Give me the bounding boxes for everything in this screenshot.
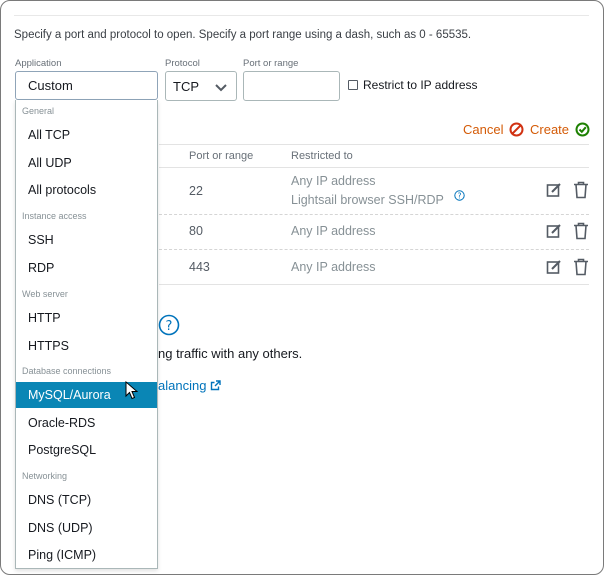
create-label: Create — [530, 122, 570, 137]
dropdown-item-https[interactable]: HTTPS — [16, 333, 157, 359]
dropdown-item-oracle-rds[interactable]: Oracle-RDS — [16, 410, 157, 436]
cancel-label: Cancel — [463, 122, 504, 137]
cancel-button[interactable]: Cancel — [463, 122, 524, 137]
external-link-icon — [211, 380, 222, 391]
table-divider — [159, 144, 589, 145]
group-instance-access: Instance access — [22, 211, 87, 221]
divider — [14, 15, 589, 16]
chevron-down-icon — [215, 84, 227, 92]
row-port: 443 — [189, 260, 210, 274]
protocol-value: TCP — [173, 79, 199, 94]
dropdown-item-all-udp[interactable]: All UDP — [16, 150, 157, 176]
row-restricted: Any IP address — [291, 260, 376, 274]
row-restricted-extra: Lightsail browser SSH/RDP — [291, 193, 444, 207]
row-restricted: Any IP address — [291, 174, 376, 188]
restrict-ip-checkbox[interactable] — [348, 80, 358, 90]
edit-icon[interactable] — [546, 223, 562, 239]
table-divider — [159, 167, 589, 168]
restrict-ip-label[interactable]: Restrict to IP address — [363, 78, 478, 92]
dropdown-item-postgresql[interactable]: PostgreSQL — [16, 437, 157, 463]
application-dropdown-menu: General All TCP All UDP All protocols In… — [15, 100, 158, 569]
edit-icon[interactable] — [546, 182, 562, 198]
intro-text: Specify a port and protocol to open. Spe… — [14, 29, 472, 41]
mouse-cursor-icon — [125, 381, 138, 400]
dropdown-item-ssh[interactable]: SSH — [16, 227, 157, 253]
row-restricted: Any IP address — [291, 224, 376, 238]
dropdown-item-ping-icmp[interactable]: Ping (ICMP) — [16, 542, 157, 568]
group-general: General — [22, 106, 55, 116]
row-port: 80 — [189, 224, 203, 238]
application-value: Custom — [28, 78, 73, 93]
info-icon[interactable]: ? — [454, 190, 465, 201]
help-icon[interactable]: ? — [158, 314, 180, 336]
protocol-select[interactable]: TCP — [165, 71, 237, 101]
edit-icon[interactable] — [546, 259, 562, 275]
table-header-restricted: Restricted to — [291, 150, 353, 162]
group-web-server: Web server — [22, 289, 68, 299]
traffic-text: ng traffic with any others. — [158, 346, 303, 361]
application-label: Application — [15, 58, 62, 69]
load-balancing-link[interactable]: alancing — [158, 378, 222, 393]
port-range-input[interactable] — [243, 71, 340, 101]
load-balancing-link-text: alancing — [158, 378, 207, 393]
table-header-port: Port or range — [189, 150, 254, 162]
trash-icon[interactable] — [573, 181, 589, 199]
dropdown-item-dns-tcp[interactable]: DNS (TCP) — [16, 487, 157, 513]
check-circle-icon — [575, 122, 590, 137]
table-divider — [159, 284, 589, 285]
protocol-label: Protocol — [165, 58, 200, 69]
application-select[interactable]: Custom — [15, 71, 158, 100]
dropdown-item-all-tcp[interactable]: All TCP — [16, 122, 157, 148]
group-database-connections: Database connections — [22, 366, 112, 376]
create-button[interactable]: Create — [530, 122, 590, 137]
dropdown-item-http[interactable]: HTTP — [16, 305, 157, 331]
trash-icon[interactable] — [573, 222, 589, 240]
port-label: Port or range — [243, 58, 299, 69]
row-port: 22 — [189, 184, 203, 198]
dropdown-item-rdp[interactable]: RDP — [16, 255, 157, 281]
help-glyph: ? — [166, 319, 173, 334]
table-divider — [159, 214, 589, 215]
trash-icon[interactable] — [573, 258, 589, 276]
svg-text:?: ? — [458, 191, 462, 200]
dropdown-item-dns-udp[interactable]: DNS (UDP) — [16, 515, 157, 541]
table-divider — [159, 249, 589, 250]
cancel-icon — [509, 122, 524, 137]
firewall-rule-panel: Specify a port and protocol to open. Spe… — [0, 0, 604, 575]
dropdown-item-all-protocols[interactable]: All protocols — [16, 177, 157, 203]
group-networking: Networking — [22, 471, 68, 481]
